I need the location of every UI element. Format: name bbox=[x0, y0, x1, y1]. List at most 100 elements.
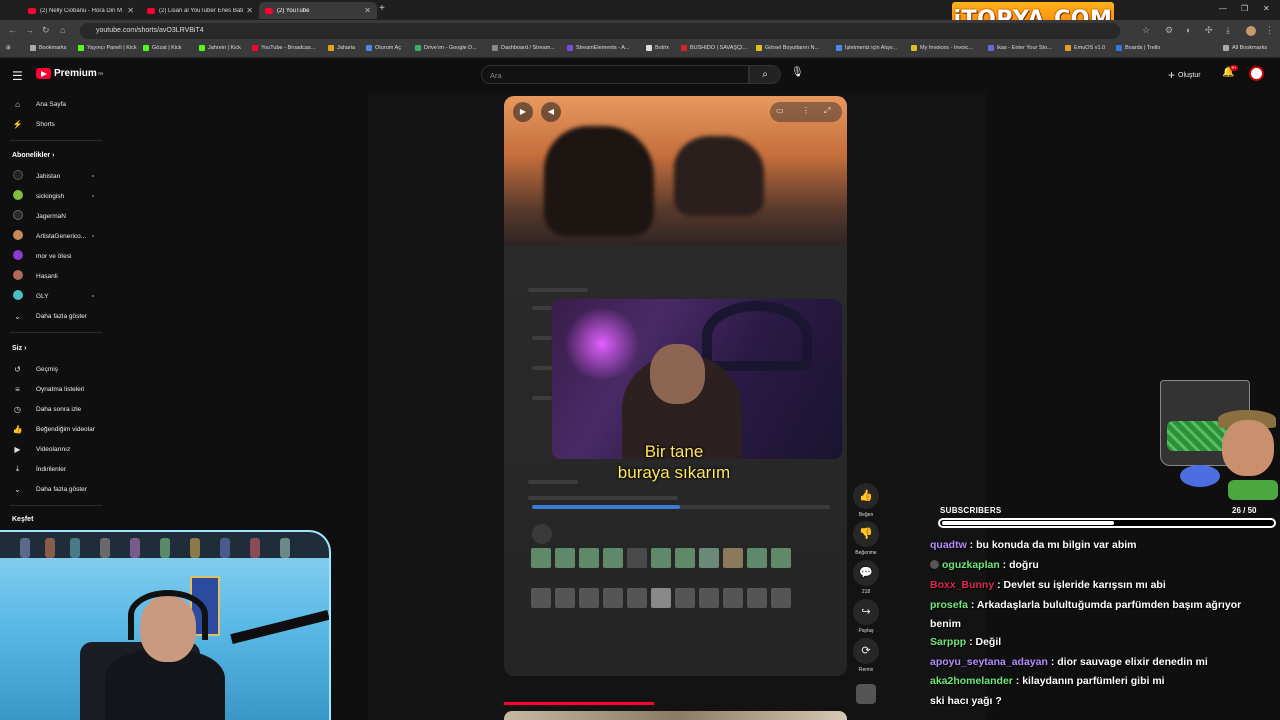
bookmark-item[interactable]: İşletmeniz için Alışv... bbox=[836, 45, 897, 51]
show-more-subscriptions[interactable]: ⌄ Daha fazla göster bbox=[0, 307, 112, 325]
action-label: Paylaş bbox=[858, 628, 874, 634]
sidebar-item-playlists[interactable]: ≡ Oynatma listeleri bbox=[0, 380, 112, 398]
bookmark-star-icon[interactable]: ☆ bbox=[1142, 25, 1150, 36]
youtube-premium-logo[interactable]: Premium TR bbox=[36, 68, 103, 79]
menu-dots-icon[interactable]: ⋮ bbox=[1265, 25, 1274, 36]
all-bookmarks[interactable]: All Bookmarks bbox=[1223, 45, 1267, 51]
new-tab-button[interactable]: + bbox=[379, 3, 385, 14]
bookmark-item[interactable]: StreamElements - A... bbox=[567, 45, 630, 51]
chat-username: oguzkaplan bbox=[942, 559, 1000, 571]
bookmark-item[interactable]: Bookmarks bbox=[30, 45, 67, 51]
close-tab-icon[interactable]: ✕ bbox=[246, 6, 253, 15]
tab-title: (2) Nelly Ciobanu - Hora Din M bbox=[40, 7, 123, 14]
bookmark-item[interactable]: Dashboard / Stream... bbox=[492, 45, 555, 51]
dislike-icon: 👎 bbox=[853, 521, 879, 547]
bookmark-item[interactable]: Gözat | Kick bbox=[143, 45, 182, 51]
url-field[interactable]: youtube.com/shorts/avO3LRVBiT4 bbox=[80, 23, 1120, 39]
captions-icon[interactable]: ▭ bbox=[776, 106, 784, 115]
notification-badge: 9+ bbox=[1230, 65, 1238, 71]
sidebar-item-liked[interactable]: 👍 Beğendiğim videolar bbox=[0, 420, 112, 438]
sidebar-item-shorts[interactable]: ⚡ Shorts bbox=[0, 115, 112, 133]
sidebar-item-label: Videolarınız bbox=[36, 445, 71, 453]
bookmark-item[interactable]: My Invoices - Invoic... bbox=[911, 45, 973, 51]
close-tab-icon[interactable]: ✕ bbox=[364, 6, 371, 15]
search-button[interactable]: ⌕ bbox=[749, 65, 781, 84]
fullscreen-icon[interactable]: ⤢ bbox=[824, 106, 830, 116]
sidebar-item-subscription[interactable]: Hasanli bbox=[0, 267, 112, 285]
sidebar-item-your-videos[interactable]: ▶ Videolarınız bbox=[0, 440, 112, 458]
shorts-icon: ⚡ bbox=[12, 119, 23, 129]
chat-message: Boxx_Bunny : Devlet su işleride karışsın… bbox=[930, 576, 1275, 595]
play-button[interactable]: ▶ bbox=[513, 102, 533, 122]
search-input[interactable]: Ara bbox=[481, 65, 749, 84]
figurine bbox=[130, 538, 140, 558]
sidebar-item-watch-later[interactable]: ◷ Daha sonra izle bbox=[0, 400, 112, 418]
blurred-text bbox=[532, 366, 552, 370]
bookmark-item[interactable]: BUSHIDO | SAVAŞÇI... bbox=[681, 45, 747, 51]
reload-icon[interactable]: ↻ bbox=[42, 25, 50, 36]
account-avatar[interactable] bbox=[1249, 66, 1264, 81]
forward-icon[interactable]: → bbox=[25, 25, 34, 35]
video-progress-bar[interactable] bbox=[504, 702, 654, 705]
back-icon[interactable]: ← bbox=[8, 25, 17, 35]
bookmark-item[interactable]: YouTube - Broadcas... bbox=[252, 45, 315, 51]
sidebar-item-subscription[interactable]: JagermaN bbox=[0, 207, 112, 225]
sidebar-item-label: Geçmiş bbox=[36, 365, 59, 373]
browser-tab[interactable]: (2) Nelly Ciobanu - Hora Din M ✕ bbox=[22, 2, 140, 19]
bookmark-item[interactable]: ikas - Enter Your Sto... bbox=[988, 45, 1052, 51]
bookmark-item[interactable]: Yayıncı Paneli | Kick bbox=[78, 45, 137, 51]
achievement-tile bbox=[747, 548, 767, 568]
bookmark-item[interactable]: Jaharia bbox=[328, 45, 355, 51]
create-button[interactable]: + Oluştur bbox=[1168, 68, 1201, 82]
blurred-text bbox=[528, 288, 588, 292]
browser-tab[interactable]: (2) Lisan al YouTuber Enes Batu ✕ bbox=[141, 2, 259, 19]
minimize-icon[interactable]: — bbox=[1219, 4, 1227, 13]
sidebar-item-subscription[interactable]: sickingish bbox=[0, 187, 112, 205]
sidebar-item-label: GLY bbox=[36, 292, 49, 300]
mic-icon[interactable]: 🎙 bbox=[791, 67, 804, 78]
browser-tab-active[interactable]: (2) YouTube ✕ bbox=[259, 2, 377, 19]
close-tab-icon[interactable]: ✕ bbox=[127, 6, 134, 15]
extension-icon[interactable]: ⚙ bbox=[1165, 25, 1173, 36]
bookmark-item[interactable]: Boards | Trello bbox=[1116, 45, 1160, 51]
you-heading[interactable]: Siz › bbox=[12, 345, 26, 352]
dislike-button[interactable]: 👎 Beğenme bbox=[852, 521, 880, 556]
extensions-puzzle-icon[interactable]: ✣ bbox=[1205, 25, 1213, 36]
divider bbox=[10, 332, 102, 333]
audio-icon[interactable]: ◖ bbox=[1185, 25, 1190, 35]
remix-button[interactable]: ⟳ Remix bbox=[852, 638, 880, 673]
volume-button[interactable]: ◀ bbox=[541, 102, 561, 122]
blurred-text bbox=[532, 306, 552, 310]
history-icon: ↺ bbox=[14, 364, 21, 374]
short-video-player[interactable]: ▶ ◀ ▭ ⋮ ⤢ Bir tane buraya sıkarım bbox=[504, 96, 847, 676]
bookmark-item[interactable]: Jahrein | Kick bbox=[199, 45, 241, 51]
comment-icon: 💬 bbox=[853, 560, 879, 586]
more-options-icon[interactable]: ⋮ bbox=[802, 106, 810, 115]
bookmark-item[interactable]: Görsel Boyutlarını N... bbox=[756, 45, 819, 51]
next-short-preview[interactable] bbox=[504, 711, 847, 720]
downloads-icon[interactable]: ⤓ bbox=[1226, 25, 1230, 36]
channel-avatar-button[interactable] bbox=[852, 684, 880, 704]
comments-button[interactable]: 💬 218 bbox=[852, 560, 880, 595]
sidebar-item-subscription[interactable]: GLY bbox=[0, 287, 112, 305]
sidebar-item-subscription[interactable]: Jahistan bbox=[0, 167, 112, 185]
maximize-icon[interactable]: ❐ bbox=[1241, 4, 1248, 13]
sidebar-item-subscription[interactable]: ArtistaGenerico... bbox=[0, 227, 112, 245]
sidebar-item-subscription[interactable]: mor ve ötesi bbox=[0, 247, 112, 265]
sidebar-item-history[interactable]: ↺ Geçmiş bbox=[0, 360, 112, 378]
bookmark-item[interactable]: Oturum Aç bbox=[366, 45, 401, 51]
like-button[interactable]: 👍 Beğen bbox=[852, 483, 880, 518]
menu-icon[interactable]: ☰ bbox=[12, 69, 23, 83]
apps-icon[interactable]: ⊞ bbox=[6, 45, 11, 51]
bookmark-item[interactable]: Botrix bbox=[646, 45, 669, 51]
bookmark-item[interactable]: Drive'ım - Google D... bbox=[415, 45, 477, 51]
close-window-icon[interactable]: ✕ bbox=[1263, 4, 1270, 13]
home-icon[interactable]: ⌂ bbox=[60, 25, 65, 35]
subscriptions-heading[interactable]: Abonelikler › bbox=[12, 152, 54, 159]
sidebar-item-downloads[interactable]: ⤓ İndirilenler bbox=[0, 460, 112, 478]
bookmark-item[interactable]: EmuOS v1.0 bbox=[1065, 45, 1105, 51]
sidebar-item-home[interactable]: ⌂ Ana Sayfa bbox=[0, 95, 112, 113]
share-button[interactable]: ↪ Paylaş bbox=[852, 599, 880, 634]
show-more-you[interactable]: ⌄ Daha fazla göster bbox=[0, 480, 112, 498]
profile-avatar-icon[interactable] bbox=[1246, 26, 1256, 36]
